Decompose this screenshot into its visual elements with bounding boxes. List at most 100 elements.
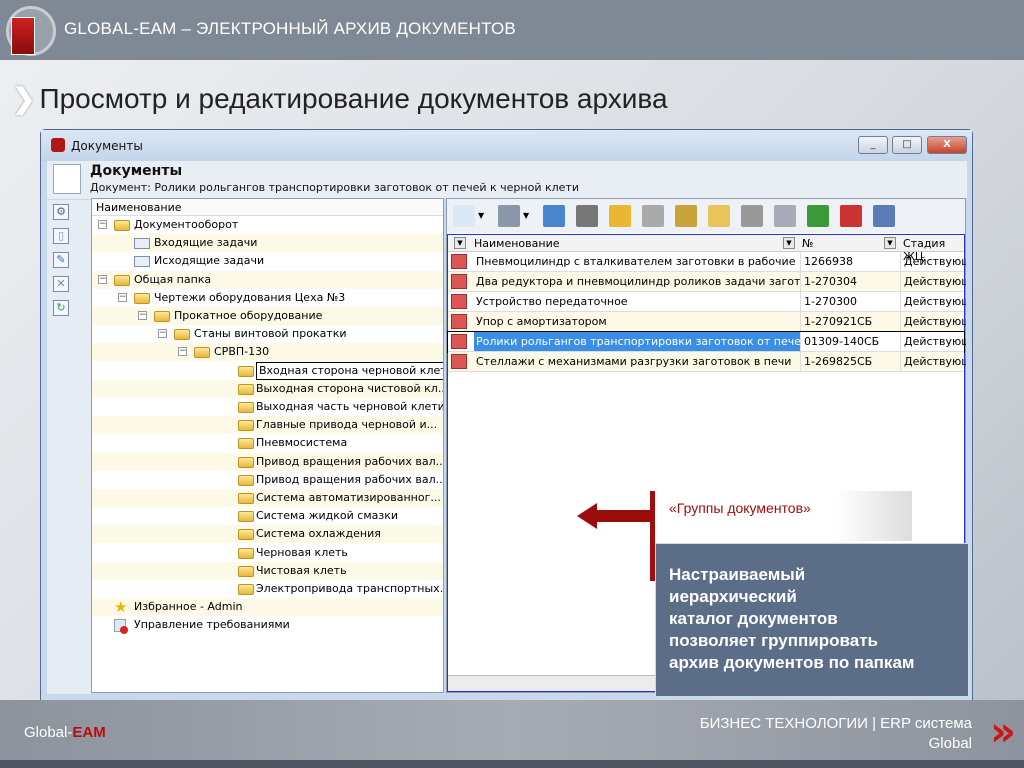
exit-icon[interactable] [873, 205, 895, 227]
footer-brand: Global-EAM [24, 724, 106, 741]
tree-item[interactable]: Черновая клеть [92, 544, 443, 562]
folder-icon [194, 347, 210, 359]
tree-column-header[interactable]: Наименование [92, 199, 443, 216]
tree-item-label: Выходная сторона чистовой кл... [256, 381, 444, 395]
cell-stage: Действующ [900, 352, 966, 371]
tree-item[interactable]: − Прокатное оборудование [92, 307, 443, 325]
collapse-icon[interactable]: − [98, 274, 107, 284]
lock-icon[interactable] [609, 205, 631, 227]
column-number[interactable]: № [802, 237, 813, 250]
tree-item[interactable]: − Документооборот [92, 216, 443, 234]
folder-tree[interactable]: Наименование − Документооборот Входящие за… [91, 198, 444, 693]
tree-item[interactable]: Пневмосистема [92, 434, 443, 452]
tree-item[interactable]: ★ Избранное - Admin [92, 598, 443, 617]
tree-item-label: Прокатное оборудование [174, 309, 323, 322]
header-heading: Документы [90, 163, 183, 179]
double-chevron-icon: » [990, 709, 1016, 755]
tree-item[interactable]: Исходящие задачи [92, 252, 443, 270]
collapse-icon[interactable]: − [158, 329, 167, 339]
tree-item-label: Система жидкой смазки [256, 509, 399, 523]
table-row[interactable]: Ролики рольгангов транспортировки загото… [447, 331, 966, 353]
folder-icon [238, 547, 254, 559]
minimize-button[interactable]: _ [858, 136, 888, 154]
table-row[interactable]: Пневмоцилиндр с вталкивателем заготовки … [448, 252, 966, 272]
tree-item[interactable]: Главные привода черновой и... [92, 416, 443, 435]
dropdown-arrow-icon[interactable]: ▼ [478, 211, 486, 233]
callout-line: архив документов по папкам [669, 653, 915, 672]
callout-line: иерархический [669, 587, 797, 606]
tree-item[interactable]: − СРВП-130 [92, 343, 443, 362]
cancel-icon[interactable]: ✕ [53, 276, 69, 292]
edit-icon[interactable]: ✎ [53, 252, 69, 268]
header-subtitle: Документ: Ролики рольгангов транспортиро… [90, 181, 579, 194]
dropdown-arrow-icon[interactable]: ▼ [523, 211, 531, 233]
collapse-icon[interactable]: − [138, 311, 147, 320]
collapse-icon[interactable]: − [118, 292, 127, 302]
new-document-icon[interactable]: ▯ [53, 228, 69, 244]
window-header: Документы Документ: Ролики рольгангов тр… [47, 161, 967, 199]
cell-name: Устройство передаточное [476, 295, 628, 308]
edit-icon[interactable] [543, 205, 565, 227]
folder-icon [174, 329, 190, 341]
tree-item-label: Выходная часть черновой клети [256, 400, 444, 413]
collapse-icon[interactable]: − [98, 220, 107, 229]
table-row[interactable]: Упор с амортизатором 1-270921СБ Действующ [448, 312, 966, 332]
cancel-icon[interactable] [642, 205, 664, 227]
tools-icon[interactable] [498, 205, 520, 227]
filter-dropdown-icon[interactable]: ▼ [454, 237, 466, 249]
cell-name: Стеллажи с механизмами разгрузки заготов… [476, 355, 792, 368]
delete-icon[interactable] [741, 205, 763, 227]
tree-item[interactable]: Чистовая клеть [92, 561, 443, 580]
trash-icon[interactable] [576, 205, 598, 227]
tree-item[interactable]: Выходная сторона чистовой кл... [92, 379, 444, 398]
page-title-text: Просмотр и редактирование документов арх… [39, 83, 668, 114]
collapse-icon[interactable]: − [178, 347, 187, 357]
link-icon[interactable] [675, 205, 697, 227]
brand-accent: EAM [72, 724, 106, 741]
cell-number: 1-270304 [800, 272, 900, 291]
filter-dropdown-icon[interactable]: ▼ [783, 237, 795, 249]
save-icon[interactable] [774, 205, 796, 227]
tagline-line1: БИЗНЕС ТЕХНОЛОГИИ | ERP система [699, 715, 972, 732]
maximize-button[interactable]: □ [892, 136, 922, 154]
tree-item[interactable]: − Общая папка [92, 270, 443, 289]
tree-item-label: Главные привода черновой и... [256, 418, 438, 432]
callout-description: Настраиваемый иерархический каталог доку… [655, 543, 969, 697]
tree-item[interactable]: Привод вращения рабочих вал... [92, 471, 443, 489]
tree-item[interactable]: Входящие задачи [92, 234, 443, 253]
table-row[interactable]: Устройство передаточное 1-270300Действующ… [448, 292, 966, 312]
window-titlebar[interactable]: Документы _ □ X [41, 130, 972, 161]
folder-icon [238, 529, 254, 541]
tree-item[interactable]: − Чертежи оборудования Цеха №3 [92, 289, 443, 307]
global-system-logo [6, 6, 56, 56]
filter-dropdown-icon[interactable]: ▼ [884, 237, 896, 249]
new-document-icon[interactable] [453, 205, 475, 227]
folder-icon [238, 438, 254, 450]
cell-stage: Действующ [900, 312, 966, 331]
close-button[interactable]: X [927, 136, 967, 154]
tree-item[interactable]: Выходная часть черновой клети [92, 398, 443, 416]
cell-name: Упор с амортизатором [476, 315, 607, 328]
tree-item[interactable]: Система автоматизированног... [92, 489, 443, 507]
tree-item[interactable]: Система жидкой смазки [92, 507, 443, 525]
tree-item-label: Избранное - Admin [134, 600, 243, 614]
tree-item[interactable]: Система охлаждения [92, 525, 443, 544]
tree-item[interactable]: Электропривода транспортных... [92, 580, 443, 598]
cell-name: Ролики рольгангов транспортировки загото… [474, 332, 800, 351]
column-name[interactable]: Наименование [474, 237, 559, 250]
refresh-icon[interactable]: ↻ [53, 300, 69, 316]
table-row[interactable]: Стеллажи с механизмами разгрузки заготов… [448, 352, 966, 372]
tree-item[interactable]: − Станы винтовой прокатки [92, 325, 443, 343]
tree-item-label: Управление требованиями [134, 618, 290, 632]
cell-stage: Действующи [900, 292, 966, 311]
tree-item[interactable]: Управление требованиями [92, 616, 443, 635]
tools-dropdown-icon[interactable]: ⚙ [53, 204, 69, 220]
footer-tagline: БИЗНЕС ТЕХНОЛОГИИ | ERP система Global [700, 714, 972, 754]
refresh-icon[interactable] [807, 205, 829, 227]
tree-item[interactable]: Входная сторона черновой клети [92, 361, 443, 380]
tree-item[interactable]: Привод вращения рабочих вал... [92, 452, 443, 471]
open-folder-icon[interactable] [708, 205, 730, 227]
tree-item-label: Документооборот [134, 218, 239, 231]
checklist-icon[interactable] [840, 205, 862, 227]
table-row[interactable]: Два редуктора и пневмоцилиндр роликов за… [448, 272, 966, 292]
